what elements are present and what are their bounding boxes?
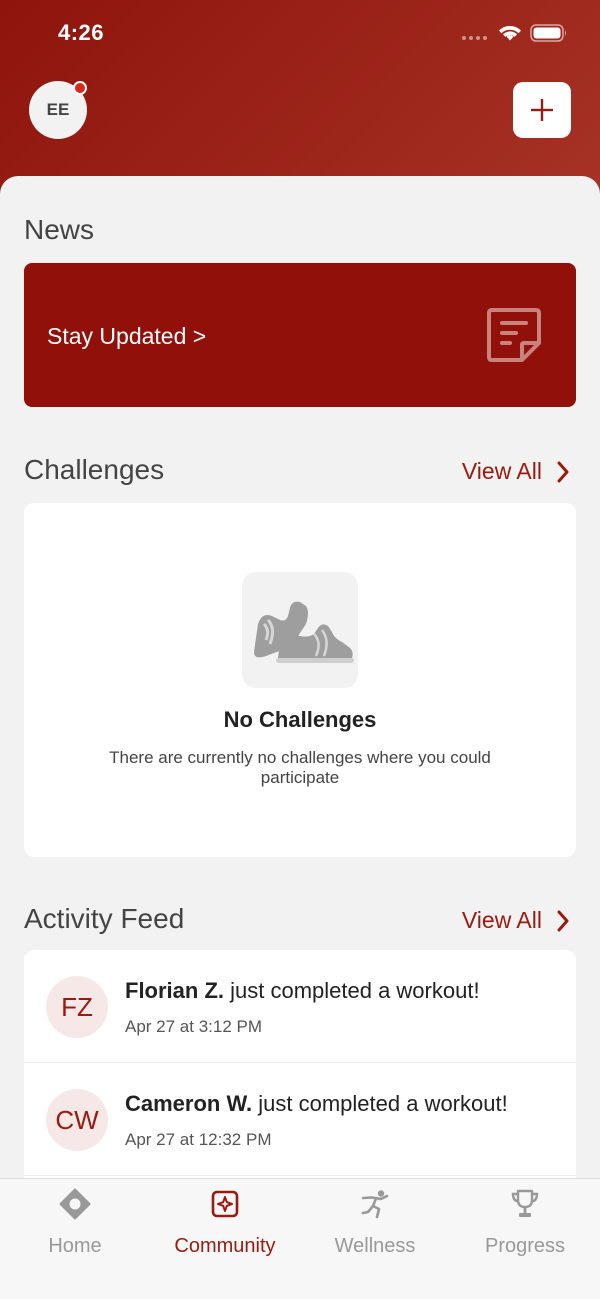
- tab-wellness[interactable]: Wellness: [300, 1179, 450, 1269]
- activity-timestamp: Apr 27 at 12:32 PM: [125, 1130, 272, 1149]
- add-button[interactable]: [513, 82, 571, 138]
- wellness-icon: [361, 1190, 389, 1219]
- activity-feed-section-title: Activity Feed: [24, 903, 185, 934]
- user-avatar: CW: [46, 1089, 108, 1151]
- activity-feed-item[interactable]: CW Cameron W. just completed a workout! …: [24, 1063, 576, 1176]
- activity-feed-text: Cameron W. just completed a workout!: [125, 1091, 508, 1117]
- battery-icon: [530, 24, 566, 42]
- tab-community-label: Community: [174, 1235, 276, 1257]
- home-icon: [59, 1188, 91, 1220]
- tab-progress-label: Progress: [484, 1235, 566, 1257]
- tab-community[interactable]: Community: [150, 1179, 300, 1269]
- status-bar: 4:26: [0, 0, 600, 66]
- tab-wellness-label: Wellness: [334, 1235, 416, 1257]
- wifi-icon: [499, 26, 521, 41]
- sneakers-illustration: [242, 572, 358, 688]
- activity-feed-text: Florian Z. just completed a workout!: [125, 978, 480, 1004]
- chevron-right-icon: [557, 910, 569, 931]
- activity-user-name: Cameron W.: [125, 1091, 253, 1116]
- activity-user-name: Florian Z.: [125, 978, 224, 1003]
- divider: [24, 1175, 576, 1176]
- sneakers-icon: [254, 601, 354, 663]
- user-avatar: FZ: [46, 976, 108, 1038]
- challenges-empty-description: There are currently no challenges where …: [109, 748, 491, 787]
- activity-feed-item[interactable]: FZ Florian Z. just completed a workout! …: [24, 950, 576, 1063]
- signal-dots-icon: [462, 36, 487, 40]
- activity-action: just completed a workout!: [252, 1091, 508, 1116]
- status-time: 4:26: [58, 20, 105, 45]
- activity-feed-view-all-link[interactable]: View All: [462, 907, 570, 934]
- tab-bar: Home Community Wellness Progress: [0, 1178, 600, 1299]
- community-icon: [211, 1190, 239, 1218]
- trophy-icon: [511, 1189, 539, 1217]
- challenges-view-all-link[interactable]: View All: [462, 458, 570, 485]
- note-icon: [487, 308, 541, 362]
- news-card-label: Stay Updated >: [47, 323, 207, 349]
- news-card[interactable]: Stay Updated >: [24, 263, 576, 407]
- plus-icon: [531, 99, 553, 121]
- chevron-right-icon: [557, 461, 569, 482]
- news-section-title: News: [24, 214, 95, 245]
- tab-progress[interactable]: Progress: [450, 1179, 600, 1269]
- activity-feed-list: FZ Florian Z. just completed a workout! …: [24, 950, 576, 1190]
- activity-action: just completed a workout!: [224, 978, 480, 1003]
- tab-home-label: Home: [48, 1235, 102, 1257]
- activity-feed-view-all-label: View All: [461, 907, 542, 933]
- challenges-empty-title: No Challenges: [223, 707, 377, 732]
- activity-timestamp: Apr 27 at 3:12 PM: [125, 1017, 263, 1036]
- notification-badge: [73, 81, 87, 95]
- challenges-section-title: Challenges: [24, 454, 165, 485]
- tab-home[interactable]: Home: [0, 1179, 150, 1269]
- challenges-view-all-label: View All: [461, 458, 542, 484]
- challenges-empty-card: No Challenges There are currently no cha…: [24, 503, 576, 857]
